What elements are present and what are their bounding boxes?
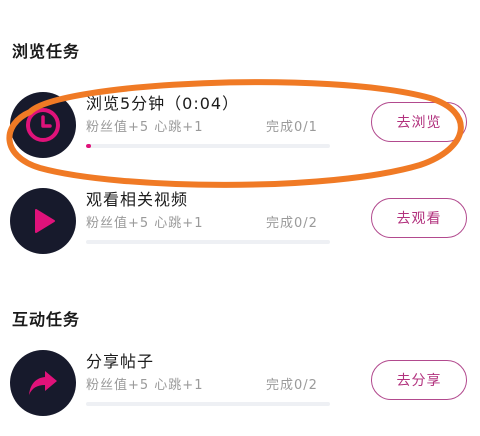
task-rewards: 粉丝值+5 心跳+1: [86, 216, 204, 231]
task-icon-circle: [10, 92, 76, 158]
progress-track: [86, 144, 330, 148]
task-rewards: 粉丝值+5 心跳+1: [86, 378, 204, 393]
progress-track: [86, 402, 330, 406]
clock-icon: [26, 108, 60, 142]
task-watch-video: 观看相关视频 粉丝值+5 心跳+1 完成0/2 去观看: [0, 188, 480, 268]
task-title: 浏览5分钟（0:04）: [86, 94, 240, 113]
task-browse: 浏览5分钟（0:04） 粉丝值+5 心跳+1 完成0/1 去浏览: [0, 92, 480, 172]
task-icon-circle: [10, 188, 76, 254]
progress-fill: [86, 144, 91, 148]
task-rewards: 粉丝值+5 心跳+1: [86, 120, 204, 135]
section-title-interact: 互动任务: [12, 310, 81, 329]
play-icon: [35, 209, 55, 233]
progress-track: [86, 240, 330, 244]
task-title: 分享帖子: [86, 352, 155, 371]
go-share-button[interactable]: 去分享: [371, 360, 467, 400]
go-browse-button[interactable]: 去浏览: [371, 102, 467, 142]
task-share-post: 分享帖子 粉丝值+5 心跳+1 完成0/2 去分享: [0, 350, 480, 430]
task-icon-circle: [10, 350, 76, 416]
share-arrow-icon: [29, 371, 57, 395]
task-title: 观看相关视频: [86, 190, 189, 209]
go-watch-button[interactable]: 去观看: [371, 198, 467, 238]
task-progress-text: 完成0/2: [266, 378, 318, 393]
task-progress-text: 完成0/2: [266, 216, 318, 231]
task-progress-text: 完成0/1: [266, 120, 318, 135]
section-title-browse: 浏览任务: [12, 42, 81, 61]
